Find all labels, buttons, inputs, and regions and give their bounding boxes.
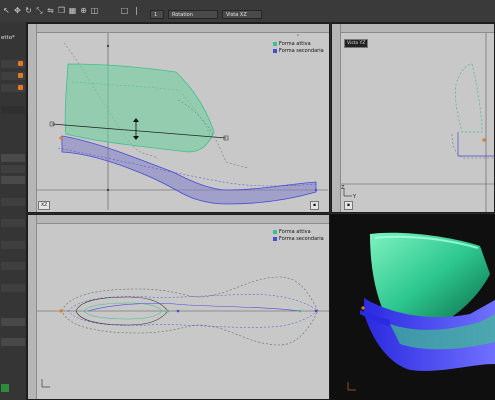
layer-row[interactable] xyxy=(1,84,25,92)
view-corner-button[interactable]: ▪ xyxy=(344,201,354,210)
status-indicator xyxy=(1,384,9,392)
layer-row[interactable] xyxy=(1,72,25,80)
top-viewport[interactable]: Forma attiva Forma secondaria xyxy=(27,214,330,400)
property-row[interactable] xyxy=(1,154,25,162)
legend-secondary: Forma secondaria xyxy=(273,236,324,243)
view-select[interactable]: Vista XZ xyxy=(222,10,262,19)
mirror-icon[interactable]: ⇋ xyxy=(46,6,55,15)
front-view-drawing[interactable]: Z Y xyxy=(332,24,495,213)
rotation-select[interactable]: Rotation xyxy=(168,10,218,19)
measure-icon[interactable]: ◫ xyxy=(90,6,99,15)
snap-icon[interactable]: ⊕ xyxy=(79,6,88,15)
secondary-swatch-icon xyxy=(273,48,277,53)
property-row[interactable] xyxy=(1,241,25,249)
side-legend: Forma attiva Forma secondaria xyxy=(273,41,324,55)
separator-icon: | xyxy=(135,6,138,15)
property-row[interactable] xyxy=(1,284,25,292)
copy-icon[interactable]: ❐ xyxy=(57,6,66,15)
side-viewport[interactable]: Forma attiva Forma secondaria XZ ▪ xyxy=(27,23,330,213)
active-swatch-icon xyxy=(273,41,277,46)
link-button[interactable] xyxy=(1,338,25,346)
3d-shoe-render[interactable] xyxy=(330,214,495,400)
secondary-swatch-icon xyxy=(273,236,277,241)
active-swatch-icon xyxy=(273,229,277,234)
legend-active: Forma attiva xyxy=(273,41,324,48)
layer-row[interactable] xyxy=(1,60,25,68)
view-tag[interactable]: XZ xyxy=(38,201,51,210)
left-panel: etto* xyxy=(0,22,27,400)
property-row[interactable] xyxy=(1,198,25,206)
view-name-tag[interactable]: Vista YZ xyxy=(344,39,369,48)
panel-divider xyxy=(1,106,25,114)
scale-icon[interactable]: ⤡ xyxy=(35,6,44,15)
grid-icon[interactable]: ▦ xyxy=(68,6,77,15)
arrow-icon[interactable]: ↖ xyxy=(2,6,11,15)
legend-active: Forma attiva xyxy=(273,229,324,236)
front-viewport[interactable]: Z Y Vista YZ ▪ xyxy=(331,23,495,213)
tool-button[interactable] xyxy=(1,318,25,326)
property-row[interactable] xyxy=(1,165,25,173)
move-icon[interactable]: ✥ xyxy=(13,6,22,15)
svg-text:Y: Y xyxy=(352,194,357,200)
top-toolbar: ↖ ✥ ↻ ⤡ ⇋ ❐ ▦ ⊕ ◫ □ | 1 Rotation Vista X… xyxy=(0,0,495,23)
top-legend: Forma attiva Forma secondaria xyxy=(273,229,324,243)
axis-field[interactable]: 1 xyxy=(150,10,164,19)
project-title: etto* xyxy=(1,35,15,41)
lock-icon[interactable] xyxy=(18,61,23,66)
zoom-icon[interactable]: □ xyxy=(120,6,129,15)
rotate-icon[interactable]: ↻ xyxy=(24,6,33,15)
lock-icon[interactable] xyxy=(18,73,23,78)
3d-viewport[interactable] xyxy=(330,214,495,400)
property-row[interactable] xyxy=(1,262,25,270)
property-row[interactable] xyxy=(1,176,25,184)
legend-secondary: Forma secondaria xyxy=(273,48,324,55)
view-corner-button[interactable]: ▪ xyxy=(310,201,320,210)
lock-icon[interactable] xyxy=(18,85,23,90)
svg-text:Z: Z xyxy=(341,185,345,191)
property-row[interactable] xyxy=(1,219,25,227)
